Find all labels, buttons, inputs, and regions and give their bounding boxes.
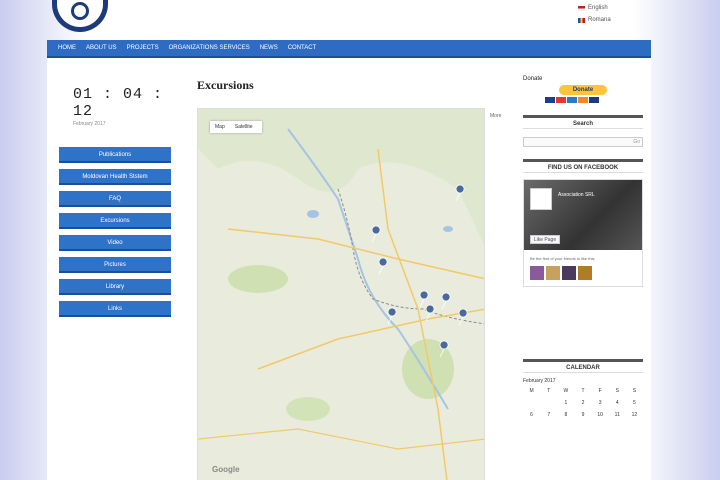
map-marker-icon[interactable] [378,257,388,275]
search-button[interactable]: Go [633,139,640,145]
calendar-day[interactable]: 3 [592,400,609,406]
calendar-day[interactable]: 10 [592,412,609,418]
payment-cards [545,97,643,103]
calendar-day[interactable]: 11 [609,412,626,418]
nav-about-us[interactable]: ABOUT US [81,45,122,51]
left-sidebar: 01 : 04 : 12 February 2017 Publications … [59,68,179,323]
google-logo: Google [212,465,240,474]
side-menu-links[interactable]: Links [59,301,171,317]
fb-page-name[interactable]: Association SRL [558,192,595,198]
clock-date: February 2017 [73,121,106,127]
map-marker-icon[interactable] [441,292,451,310]
search-widget-title: Search [523,115,643,129]
map-more-link[interactable]: More [490,113,501,119]
map-lake [307,210,319,218]
donate-button[interactable]: Donate [559,85,607,95]
calendar-day-header: M [529,388,534,394]
calendar-grid: M T W T F S S 1 2 3 4 5 6 7 8 9 10 11 12 [523,388,643,418]
visa-card-icon [545,97,555,103]
fb-page-avatar[interactable] [530,188,552,210]
calendar-day[interactable]: 8 [557,412,574,418]
discover-card-icon [578,97,588,103]
calendar-day[interactable]: 9 [574,412,591,418]
clock-widget: 01 : 04 : 12 February 2017 [73,86,179,127]
facebook-widget-title: FIND US ON FACEBOOK [523,159,643,173]
calendar-day [523,400,540,406]
page-title: Excursions [197,78,254,92]
excursions-map[interactable]: Map Satellite Google [197,108,485,480]
calendar-day[interactable]: 6 [523,412,540,418]
romania-flag-icon [578,17,585,23]
calendar-day[interactable]: 4 [609,400,626,406]
calendar-day[interactable]: 5 [626,400,643,406]
clock-time: 01 : 04 : 12 [73,86,164,120]
map-marker-icon[interactable] [371,225,381,243]
map-type-map[interactable]: Map [210,124,230,130]
avatar[interactable] [530,266,544,280]
fb-faces [530,266,592,280]
language-english[interactable]: English [578,2,611,14]
calendar-day-header: T [581,388,585,394]
right-sidebar: Donate Donate Search Go FIND US ON FACEB… [523,76,643,418]
main-nav: HOME ABOUT US PROJECTS ORGANIZATIONS SER… [47,40,651,58]
side-menu: Publications Moldovan Health Ststem FAQ … [59,147,179,317]
side-menu-pictures[interactable]: Pictures [59,257,171,273]
calendar-widget-title: CALENDAR [523,359,643,373]
calendar-day[interactable]: 12 [626,412,643,418]
nav-projects[interactable]: PROJECTS [122,45,164,51]
avatar[interactable] [546,266,560,280]
calendar-month: February 2017 [523,378,556,384]
search-input[interactable]: Go [523,137,643,147]
nav-news[interactable]: NEWS [255,45,283,51]
side-menu-library[interactable]: Library [59,279,171,295]
map-canvas [198,109,484,480]
donate-label: Donate [523,76,543,82]
side-menu-publications[interactable]: Publications [59,147,171,163]
nav-home[interactable]: HOME [53,45,81,51]
nav-contact[interactable]: CONTACT [283,45,322,51]
logo-mark-icon [71,2,89,20]
calendar-day-header: S [632,388,637,394]
nav-organizations-services[interactable]: ORGANIZATIONS SERVICES [164,45,255,51]
facebook-widget: Association SRL Like Page Be the first o… [523,179,643,287]
fb-like-button[interactable]: Like Page [530,235,560,244]
calendar-day [540,400,557,406]
language-switcher: English Romana [578,2,611,26]
map-border [337,188,484,325]
language-romanian[interactable]: Romana [578,14,611,26]
side-menu-video[interactable]: Video [59,235,171,251]
map-type-control: Map Satellite [210,121,262,133]
map-forest-area [286,397,330,421]
calendar-day-header: S [615,388,619,394]
amex-card-icon [567,97,577,103]
map-marker-icon[interactable] [458,308,468,326]
calendar-day[interactable]: 7 [540,412,557,418]
calendar-day-header: T [547,388,551,394]
side-menu-faq[interactable]: FAQ [59,191,171,207]
calendar-day-header: W [563,388,569,394]
bank-card-icon [589,97,599,103]
fb-friends-text: Be the first of your friends to like thi… [530,256,595,261]
mastercard-icon [556,97,566,103]
side-menu-excursions[interactable]: Excursions [59,213,171,229]
calendar-day-header: F [598,388,602,394]
calendar-day[interactable]: 2 [574,400,591,406]
main-content: Excursions Map Satellite Google More [197,78,501,480]
avatar[interactable] [578,266,592,280]
site-logo[interactable] [52,0,108,32]
side-menu-health-system[interactable]: Moldovan Health Ststem [59,169,171,185]
calendar-day[interactable]: 1 [557,400,574,406]
map-forest-area [228,265,288,293]
page-container: HOME ABOUT US PROJECTS ORGANIZATIONS SER… [47,40,651,480]
map-type-satellite[interactable]: Satellite [230,124,258,130]
map-lake [443,226,453,232]
uk-flag-icon [578,5,585,11]
avatar[interactable] [562,266,576,280]
map-marker-icon[interactable] [419,290,429,308]
